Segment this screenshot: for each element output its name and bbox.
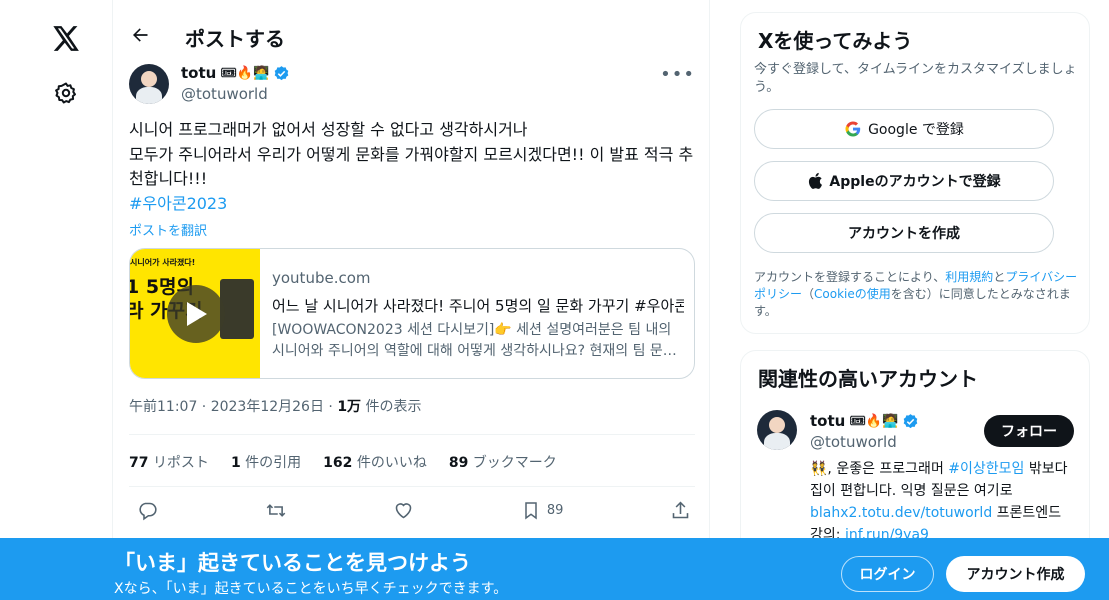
play-icon[interactable] (167, 285, 225, 343)
card-body: youtube.com 어느 날 시니어가 사라졌다! 주니어 5명의 일 문화… (272, 269, 684, 362)
signup-button[interactable]: アカウント作成 (946, 556, 1085, 592)
translate-link[interactable]: ポストを翻訳 (129, 220, 207, 239)
related-account: totu 🎟🔥🧑‍💻 @totuworld (810, 412, 919, 451)
back-arrow-icon[interactable] (127, 22, 153, 48)
divider (129, 434, 695, 435)
cookie-link[interactable]: Cookieの使用 (814, 287, 891, 301)
reposts-label: リポスト (152, 455, 209, 471)
login-button[interactable]: ログイン (841, 556, 934, 592)
likes-label: 件のいいね (356, 455, 427, 471)
related-title: 関連性の高いアカウント (758, 367, 978, 391)
tweet-line: 모두가 주니어라서 우리가 어떻게 문화를 가꿔야할지 모르시겠다면!! 이 발… (129, 144, 694, 164)
signup-banner: 「いま」起きていることを見つけよう Xなら、「いま」起きていることをいち早くチェ… (0, 538, 1109, 600)
bookmark-icon (525, 502, 537, 520)
follow-button[interactable]: フォロー (984, 415, 1074, 447)
related-emoji: 🎟🔥🧑‍💻 (849, 413, 899, 429)
more-options-icon[interactable]: ••• (660, 64, 695, 85)
bio-part: 프론트엔드 (992, 505, 1062, 521)
google-icon (845, 121, 861, 137)
bookmark-button[interactable]: 89 (521, 500, 564, 521)
tweet-hashtag[interactable]: #우아콘2023 (129, 192, 695, 217)
create-account-button[interactable]: アカウントを作成 (754, 213, 1054, 253)
card-domain: youtube.com (272, 269, 371, 287)
apple-signup-button[interactable]: Appleのアカウントで登録 (754, 161, 1054, 201)
tweet-line: 시니어 프로그래머가 없어서 성장할 수 없다고 생각하시거나 (129, 120, 528, 139)
card-title: 어느 날 시니어가 사라졌다! 주니어 5명의 일 문화 가꾸기 #우아콘202 (272, 297, 684, 315)
card-thumbnail[interactable]: 시니어가 사라졌다! 1 5명의 라 가꾸기 (130, 249, 260, 378)
signup-panel: Xを使ってみよう 今すぐ登録して、タイムラインをカスタマイズしましょう。 Goo… (740, 12, 1090, 334)
card-description: [WOOWACON2023 세션 다시보기]👉 세션 설명여러분은 팀 내의 시… (272, 322, 677, 359)
tweet-stats: 77 リポスト 1 件の引用 162 件のいいね 89 ブックマーク (129, 452, 557, 472)
bookmarks-label: ブックマーク (472, 455, 557, 471)
banner-subtitle: Xなら、「いま」起きていることをいち早くチェックできます。 (114, 581, 508, 597)
quotes-stat[interactable]: 1 件の引用 (231, 452, 301, 472)
google-signup-label: Google で登録 (868, 122, 964, 138)
tweet-text: 시니어 프로그래머가 없어서 성장할 수 없다고 생각하시거나 모두가 주니어라… (129, 118, 695, 216)
right-sidebar: Xを使ってみよう 今すぐ登録して、タイムラインをカスタマイズしましょう。 Goo… (740, 0, 1092, 600)
bio-link[interactable]: blahx2.totu.dev/totuworld (810, 505, 992, 521)
likes-count: 162 (323, 455, 353, 471)
link-card[interactable]: 시니어가 사라졌다! 1 5명의 라 가꾸기 youtube.com 어느 날 … (129, 248, 695, 379)
bookmarks-count: 89 (448, 455, 469, 471)
quotes-count: 1 (230, 455, 241, 471)
apple-icon (809, 172, 823, 189)
legal-part: と (993, 270, 1006, 284)
signup-title: Xを使ってみよう (758, 29, 913, 53)
author-handle[interactable]: @totuworld (181, 85, 290, 103)
reposts-count: 77 (129, 455, 149, 471)
quotes-label: 件の引用 (245, 455, 302, 471)
x-logo-icon[interactable] (44, 16, 88, 60)
main-column: ポストする totu 🎟🔥🧑‍💻 @totuworld ••• 시니어 프로그래… (112, 0, 710, 600)
avatar[interactable] (129, 64, 169, 104)
signup-subtitle: 今すぐ登録して、タイムラインをカスタマイズしましょう。 (754, 62, 1077, 95)
bio-part: 집이 편합니다. 익명 질문은 여기로 (810, 483, 1013, 499)
verified-badge-icon (902, 413, 919, 430)
likes-stat[interactable]: 162 件のいいね (323, 452, 427, 472)
bio-part: 👯, 운좋은 프로그래머 (810, 461, 949, 477)
views-label: 件の表示 (361, 399, 422, 415)
thumb-caption: 시니어가 사라졌다! (130, 258, 196, 267)
gear-icon[interactable] (44, 71, 88, 115)
reply-button[interactable] (137, 500, 158, 521)
timestamp[interactable]: 午前11:07 · 2023年12月26日 · (129, 399, 337, 415)
reply-icon (139, 502, 157, 521)
tweet-meta: 午前11:07 · 2023年12月26日 · 1万 件の表示 (129, 396, 422, 416)
repost-button[interactable] (265, 500, 287, 521)
legal-text: アカウントを登録することにより、利用規約とプライバシーポリシー（Cookieの使… (754, 269, 1084, 320)
heart-icon (395, 503, 412, 519)
bio-part: 밖보다 (1024, 461, 1068, 477)
author-name[interactable]: totu (181, 64, 216, 82)
bookmarks-stat[interactable]: 89 ブックマーク (449, 452, 557, 472)
author-emoji: 🎟🔥🧑‍💻 (220, 65, 270, 81)
related-handle[interactable]: @totuworld (810, 433, 919, 451)
apple-signup-label: Appleのアカウントで登録 (829, 174, 1001, 190)
terms-link[interactable]: 利用規約 (945, 270, 993, 284)
reposts-stat[interactable]: 77 リポスト (129, 452, 209, 472)
thumb-graphic (220, 279, 254, 339)
bookmark-count: 89 (546, 503, 564, 518)
google-signup-button[interactable]: Google で登録 (754, 109, 1054, 149)
legal-part: （ (802, 287, 815, 301)
related-avatar[interactable] (757, 410, 797, 450)
like-button[interactable] (393, 500, 414, 521)
views-count: 1万 (337, 399, 362, 415)
left-nav (0, 0, 112, 600)
related-bio: 👯, 운좋은 프로그래머 #이상한모임 밖보다 집이 편합니다. 익명 질문은 … (810, 458, 1080, 546)
related-name[interactable]: totu (810, 412, 845, 430)
divider (129, 486, 695, 487)
create-account-label: アカウントを作成 (848, 226, 960, 242)
tweet-actions: 89 (129, 500, 695, 521)
page-title: ポストする (185, 27, 285, 51)
verified-badge-icon (273, 65, 290, 82)
share-icon (672, 501, 689, 519)
share-button[interactable] (670, 500, 691, 521)
bio-hashtag[interactable]: #이상한모임 (948, 461, 1024, 477)
tweet-line: 천합니다!!! (129, 169, 208, 188)
tweet-author: totu 🎟🔥🧑‍💻 @totuworld (181, 64, 290, 103)
banner-title: 「いま」起きていることを見つけよう (114, 551, 471, 575)
repost-icon (266, 504, 285, 517)
legal-part: アカウントを登録することにより、 (754, 270, 946, 284)
